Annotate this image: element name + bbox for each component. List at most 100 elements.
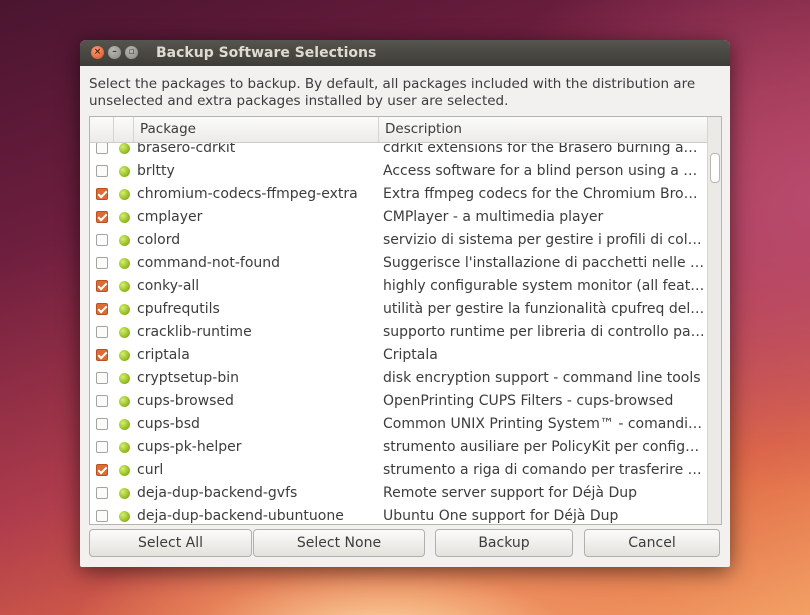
package-name: deja-dup-backend-gvfs: [137, 485, 298, 501]
installed-status-icon: [119, 488, 130, 499]
package-name: conky-all: [137, 278, 200, 294]
package-checkbox[interactable]: [96, 280, 108, 292]
installed-status-icon: [119, 419, 130, 430]
package-checkbox[interactable]: [96, 349, 108, 361]
package-checkbox[interactable]: [96, 142, 108, 154]
package-description: Suggerisce l'installazione di pacchetti …: [383, 255, 705, 271]
package-name: chromium-codecs-ffmpeg-extra: [137, 186, 358, 202]
table-row[interactable]: cryptsetup-bin disk encryption support - …: [90, 367, 707, 390]
table-row[interactable]: criptala Criptala: [90, 344, 707, 367]
package-description: strumento a riga di comando per trasferi…: [383, 462, 705, 478]
installed-status-icon: [119, 258, 130, 269]
header-check-column[interactable]: [90, 117, 114, 142]
vertical-scrollbar[interactable]: [707, 117, 721, 524]
table-row[interactable]: command-not-found Suggerisce l'installazi…: [90, 252, 707, 275]
close-icon[interactable]: ×: [91, 46, 104, 59]
installed-status-icon: [119, 235, 130, 246]
table-row[interactable]: colord servizio di sistema per gestire i …: [90, 229, 707, 252]
package-checkbox[interactable]: [96, 188, 108, 200]
package-name: criptala: [137, 347, 190, 363]
package-name: command-not-found: [137, 255, 281, 271]
package-checkbox[interactable]: [96, 510, 108, 522]
select-none-button[interactable]: Select None: [253, 529, 425, 557]
package-description: Criptala: [383, 347, 438, 363]
maximize-icon[interactable]: ▫: [125, 46, 138, 59]
package-name: cryptsetup-bin: [137, 370, 239, 386]
installed-status-icon: [119, 350, 130, 361]
minimize-icon[interactable]: –: [108, 46, 121, 59]
package-description: utilità per gestire la funzionalità cpuf…: [383, 301, 705, 317]
table-row[interactable]: conky-all highly configurable system moni…: [90, 275, 707, 298]
package-name: brltty: [137, 163, 175, 179]
backup-button[interactable]: Backup: [435, 529, 573, 557]
table-row[interactable]: cups-browsed OpenPrinting CUPS Filters - …: [90, 390, 707, 413]
package-description: Ubuntu One support for Déjà Dup: [383, 508, 619, 524]
package-checkbox[interactable]: [96, 395, 108, 407]
header-package[interactable]: Package: [134, 117, 379, 142]
table-row[interactable]: deja-dup-backend-gvfs Remote server suppo…: [90, 482, 707, 505]
table-row[interactable]: cracklib-runtime supporto runtime per lib…: [90, 321, 707, 344]
installed-status-icon: [119, 373, 130, 384]
package-description: supporto runtime per libreria di control…: [383, 324, 705, 340]
package-name: cups-browsed: [137, 393, 234, 409]
package-name: cups-pk-helper: [137, 439, 242, 455]
package-description: Remote server support for Déjà Dup: [383, 485, 637, 501]
backup-dialog: × – ▫ Backup Software Selections Select …: [80, 40, 730, 567]
package-name: cups-bsd: [137, 416, 200, 432]
installed-status-icon: [119, 327, 130, 338]
package-checkbox[interactable]: [96, 418, 108, 430]
package-name: cmplayer: [137, 209, 203, 225]
package-name: deja-dup-backend-ubuntuone: [137, 508, 344, 524]
package-checkbox[interactable]: [96, 234, 108, 246]
scrollbar-thumb[interactable]: [710, 153, 720, 183]
package-name: cracklib-runtime: [137, 324, 252, 340]
installed-status-icon: [119, 281, 130, 292]
package-description: Access software for a blind person using…: [383, 163, 705, 179]
table-header: Package Description: [90, 117, 707, 143]
package-description: CMPlayer - a multimedia player: [383, 209, 604, 225]
installed-status-icon: [119, 189, 130, 200]
installed-status-icon: [119, 212, 130, 223]
package-description: disk encryption support - command line t…: [383, 370, 701, 386]
package-description: Extra ffmpeg codecs for the Chromium Bro…: [383, 186, 705, 202]
table-row[interactable]: cups-pk-helper strumento ausiliare per Po…: [90, 436, 707, 459]
package-checkbox[interactable]: [96, 487, 108, 499]
package-checkbox[interactable]: [96, 441, 108, 453]
package-name: cpufrequtils: [137, 301, 220, 317]
package-description: Common UNIX Printing System™ - comandi B…: [383, 416, 705, 432]
header-status-column[interactable]: [114, 117, 134, 142]
package-description: OpenPrinting CUPS Filters - cups-browsed: [383, 393, 674, 409]
installed-status-icon: [119, 304, 130, 315]
table-row[interactable]: brltty Access software for a blind person…: [90, 160, 707, 183]
package-checkbox[interactable]: [96, 303, 108, 315]
table-row[interactable]: cmplayer CMPlayer - a multimedia player: [90, 206, 707, 229]
package-checkbox[interactable]: [96, 257, 108, 269]
package-description: servizio di sistema per gestire i profil…: [383, 232, 705, 248]
table-row[interactable]: cups-bsd Common UNIX Printing System™ - c…: [90, 413, 707, 436]
package-description: strumento ausiliare per PolicyKit per co…: [383, 439, 705, 455]
installed-status-icon: [119, 465, 130, 476]
select-all-button[interactable]: Select All: [89, 529, 252, 557]
title-bar: × – ▫ Backup Software Selections: [80, 40, 730, 66]
package-checkbox[interactable]: [96, 372, 108, 384]
installed-status-icon: [119, 143, 130, 154]
table-row[interactable]: chromium-codecs-ffmpeg-extra Extra ffmpeg…: [90, 183, 707, 206]
table-row[interactable]: curl strumento a riga di comando per tras…: [90, 459, 707, 482]
package-checkbox[interactable]: [96, 211, 108, 223]
header-description[interactable]: Description: [379, 117, 707, 142]
package-checkbox[interactable]: [96, 464, 108, 476]
package-checkbox[interactable]: [96, 326, 108, 338]
package-rows: brasero-cdrkit cdrkit extensions for the …: [90, 137, 707, 524]
cancel-button[interactable]: Cancel: [584, 529, 720, 557]
instructions-text: Select the packages to backup. By defaul…: [89, 76, 696, 109]
installed-status-icon: [119, 396, 130, 407]
installed-status-icon: [119, 511, 130, 522]
package-checkbox[interactable]: [96, 165, 108, 177]
button-bar: Select All Select None Backup Cancel: [89, 529, 721, 559]
package-list[interactable]: brasero-cdrkit cdrkit extensions for the …: [89, 116, 722, 525]
installed-status-icon: [119, 442, 130, 453]
package-name: colord: [137, 232, 181, 248]
table-row[interactable]: cpufrequtils utilità per gestire la funzi…: [90, 298, 707, 321]
table-row[interactable]: deja-dup-backend-ubuntuone Ubuntu One sup…: [90, 505, 707, 524]
package-name: curl: [137, 462, 164, 478]
